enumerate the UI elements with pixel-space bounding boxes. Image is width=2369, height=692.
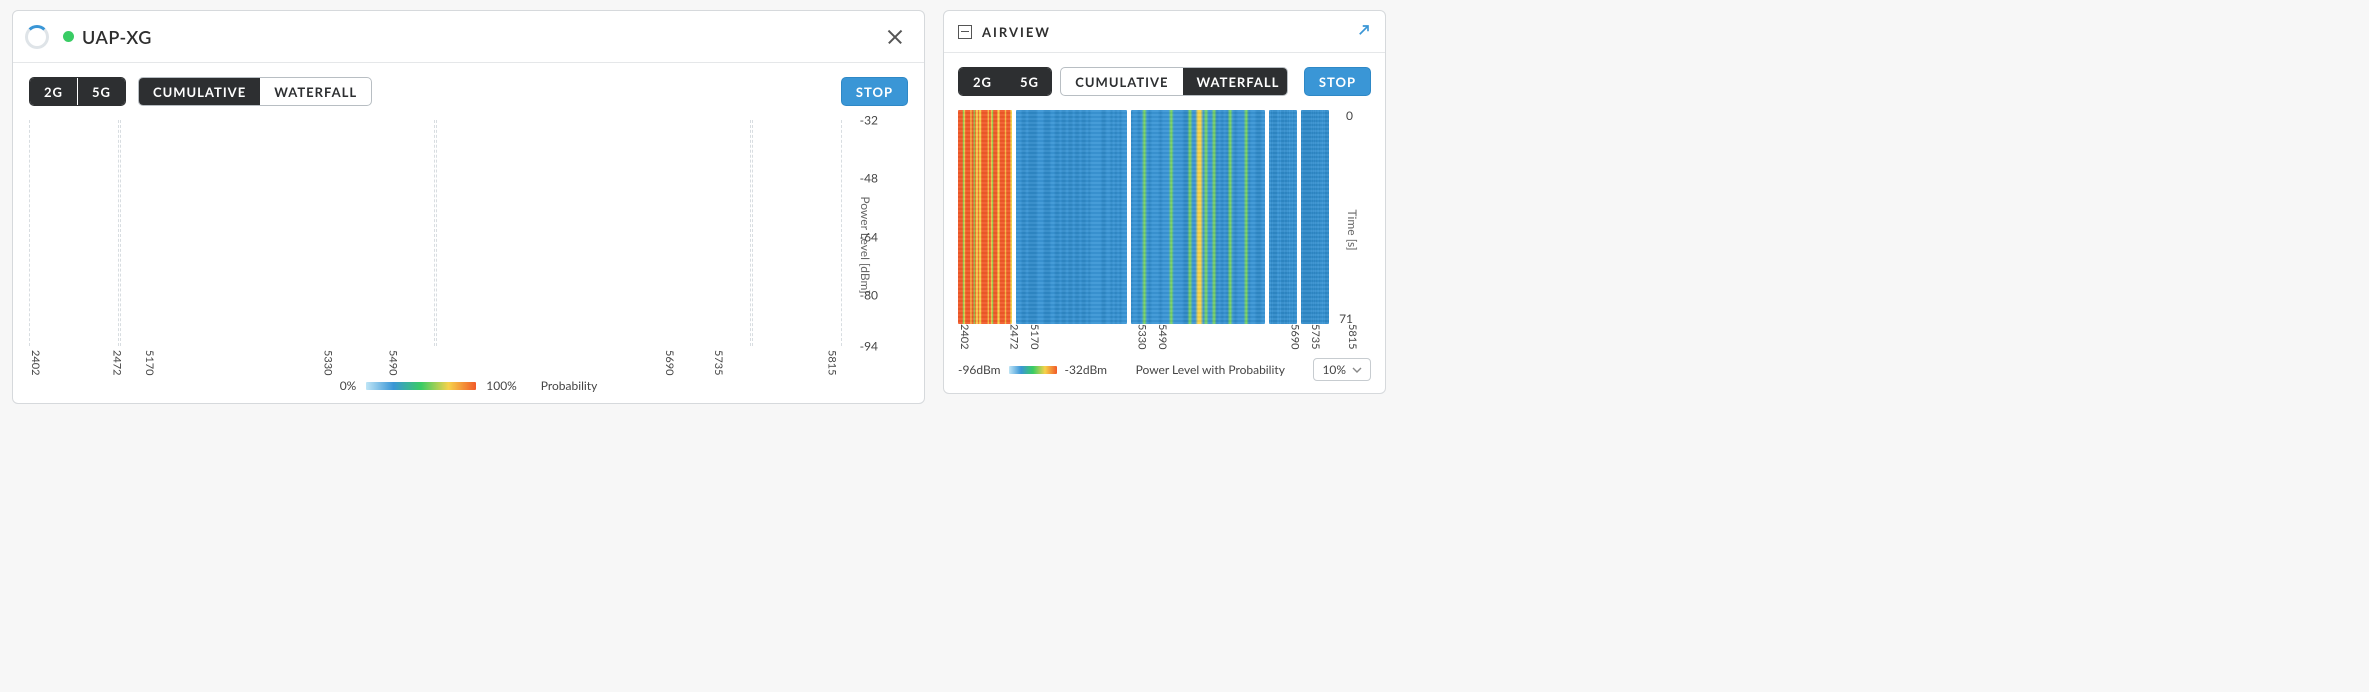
x-tick: 2472 [110, 350, 123, 376]
legend-min: -96dBm [958, 362, 1001, 377]
x-tick: 2402 [958, 324, 971, 350]
x-tick: 2402 [29, 350, 42, 376]
y-tick: -48 [860, 171, 878, 186]
mode-toggle: CUMULATIVE WATERFALL [138, 77, 372, 106]
y-axis-label: Time [s] [1345, 209, 1360, 250]
chevron-down-icon [1352, 365, 1362, 375]
legend-label: Power Level with Probability [1115, 362, 1305, 377]
mode-toggle: CUMULATIVE WATERFALL [1060, 67, 1288, 96]
x-tick: 5330 [1136, 324, 1149, 350]
x-tick: 5735 [1309, 324, 1322, 350]
x-tick: 5690 [663, 350, 676, 376]
y-tick: -64 [860, 229, 878, 244]
y-axis-label: Power Level [dBm] [858, 196, 873, 293]
band-5g-button[interactable]: 5G [1006, 68, 1052, 95]
close-icon[interactable] [882, 24, 908, 50]
popout-icon[interactable] [1353, 23, 1371, 41]
x-tick: 5330 [322, 350, 335, 376]
x-tick: 2472 [1008, 324, 1021, 350]
toolbar: 2G 5G CUMULATIVE WATERFALL STOP [13, 63, 924, 106]
mode-waterfall-button[interactable]: WATERFALL [260, 78, 371, 105]
power-legend: -96dBm -32dBm Power Level with Probabili… [944, 356, 1385, 393]
device-name: UAP-XG [82, 26, 152, 48]
legend-min: 0% [340, 378, 357, 393]
x-tick: 5815 [826, 350, 839, 376]
y-tick: -80 [860, 287, 878, 302]
x-tick: 5170 [1028, 324, 1041, 350]
stop-button[interactable]: STOP [1304, 67, 1371, 96]
cumulative-chart: Power Level [dBm] 2402247251705330549056… [29, 120, 908, 370]
status-dot-icon [63, 31, 74, 42]
probability-select[interactable]: 10% [1313, 358, 1371, 381]
y-tick: 0 [1346, 108, 1353, 123]
y-tick: -94 [860, 339, 878, 354]
mode-cumulative-button[interactable]: CUMULATIVE [139, 78, 260, 105]
legend-max: -32dBm [1065, 362, 1108, 377]
collapse-icon[interactable] [958, 25, 972, 39]
toolbar: 2G 5G CUMULATIVE WATERFALL STOP [944, 53, 1385, 96]
panel-header: UAP-XG [13, 11, 924, 63]
x-tick: 5690 [1288, 324, 1301, 350]
x-tick: 5490 [387, 350, 400, 376]
stop-button[interactable]: STOP [841, 77, 908, 106]
cumulative-panel: UAP-XG 2G 5G CUMULATIVE WATERFALL STOP P… [12, 10, 925, 404]
mode-waterfall-button[interactable]: WATERFALL [1183, 68, 1288, 95]
band-2g-button[interactable]: 2G [30, 78, 77, 105]
legend-label: Probability [541, 378, 598, 393]
band-toggle: 2G 5G [29, 77, 126, 106]
legend-max: 100% [486, 378, 517, 393]
waterfall-chart: Time [s] 0 71 24022472517053305490569057… [958, 110, 1371, 350]
x-tick: 5490 [1156, 324, 1169, 350]
band-2g-button[interactable]: 2G [959, 68, 1006, 95]
mode-cumulative-button[interactable]: CUMULATIVE [1061, 68, 1182, 95]
x-tick: 5815 [1346, 324, 1359, 350]
select-value: 10% [1322, 362, 1346, 377]
x-tick: 5735 [712, 350, 725, 376]
loading-spinner-icon [25, 25, 49, 49]
panel-header: AIRVIEW [944, 11, 1385, 53]
legend-gradient-icon [1009, 366, 1057, 374]
y-tick: -32 [860, 113, 878, 128]
panel-title: AIRVIEW [982, 24, 1051, 40]
airview-panel: AIRVIEW 2G 5G CUMULATIVE WATERFALL STOP [943, 10, 1386, 394]
band-5g-button[interactable]: 5G [78, 78, 125, 105]
band-toggle: 2G 5G [958, 67, 1052, 96]
probability-legend: 0% 100% Probability [13, 378, 924, 403]
legend-gradient-icon [366, 382, 476, 390]
x-tick: 5170 [143, 350, 156, 376]
